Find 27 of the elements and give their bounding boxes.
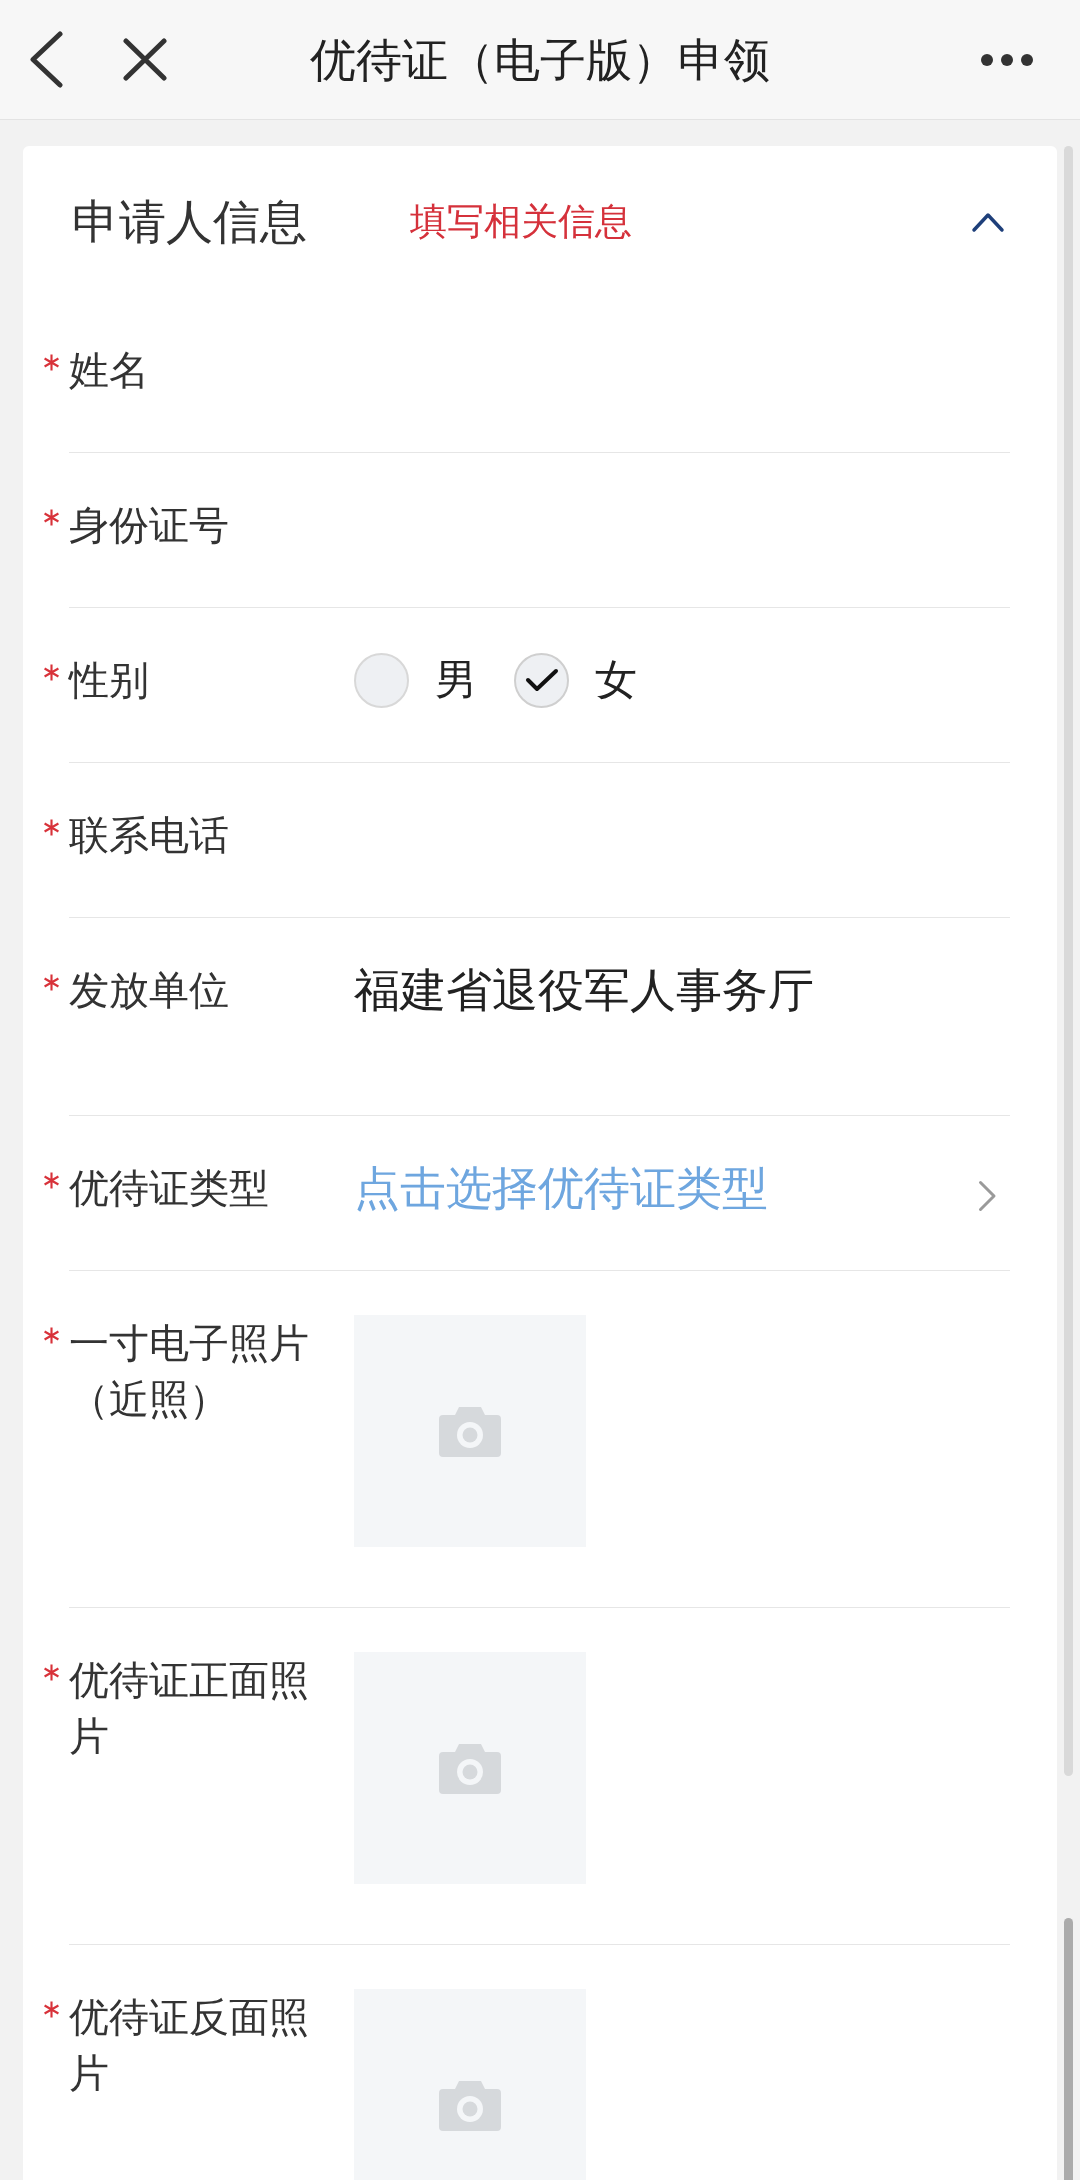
page-title: 优待证（电子版）申领 [310,31,770,89]
field-label: 性别 [69,656,150,705]
camera-icon [439,1742,501,1794]
close-icon[interactable] [123,38,167,81]
radio-button[interactable] [354,652,409,708]
chevron-right-icon [978,1180,997,1212]
radio-button[interactable] [514,652,569,708]
field-label: 身份证号 [69,501,230,550]
type-selector[interactable]: 点击选择优待证类型 [354,1160,1010,1216]
more-icon[interactable] [981,53,1033,66]
field-label: 姓名 [69,346,150,395]
field-label: 发放单位 [69,966,230,1015]
chevron-up-icon[interactable] [971,211,1005,233]
camera-icon [439,2079,501,2131]
field-label: 联系电话 [69,811,230,860]
field-label: 优待证类型 [69,1164,270,1213]
field-value: 福建省退役军人事务厅 [354,962,814,1018]
section-title: 申请人信息 [72,193,307,251]
option-label: 男 [435,654,477,706]
back-icon[interactable] [29,31,63,88]
option-label: 女 [595,654,637,706]
check-icon [524,667,559,693]
field-label: 优待证正面照片 [69,1656,310,1761]
camera-icon [439,1405,501,1457]
section-hint: 填写相关信息 [410,199,632,245]
field-label: 一寸电子照片（近照） [69,1319,310,1424]
field-label: 优待证反面照片 [69,1993,310,2098]
